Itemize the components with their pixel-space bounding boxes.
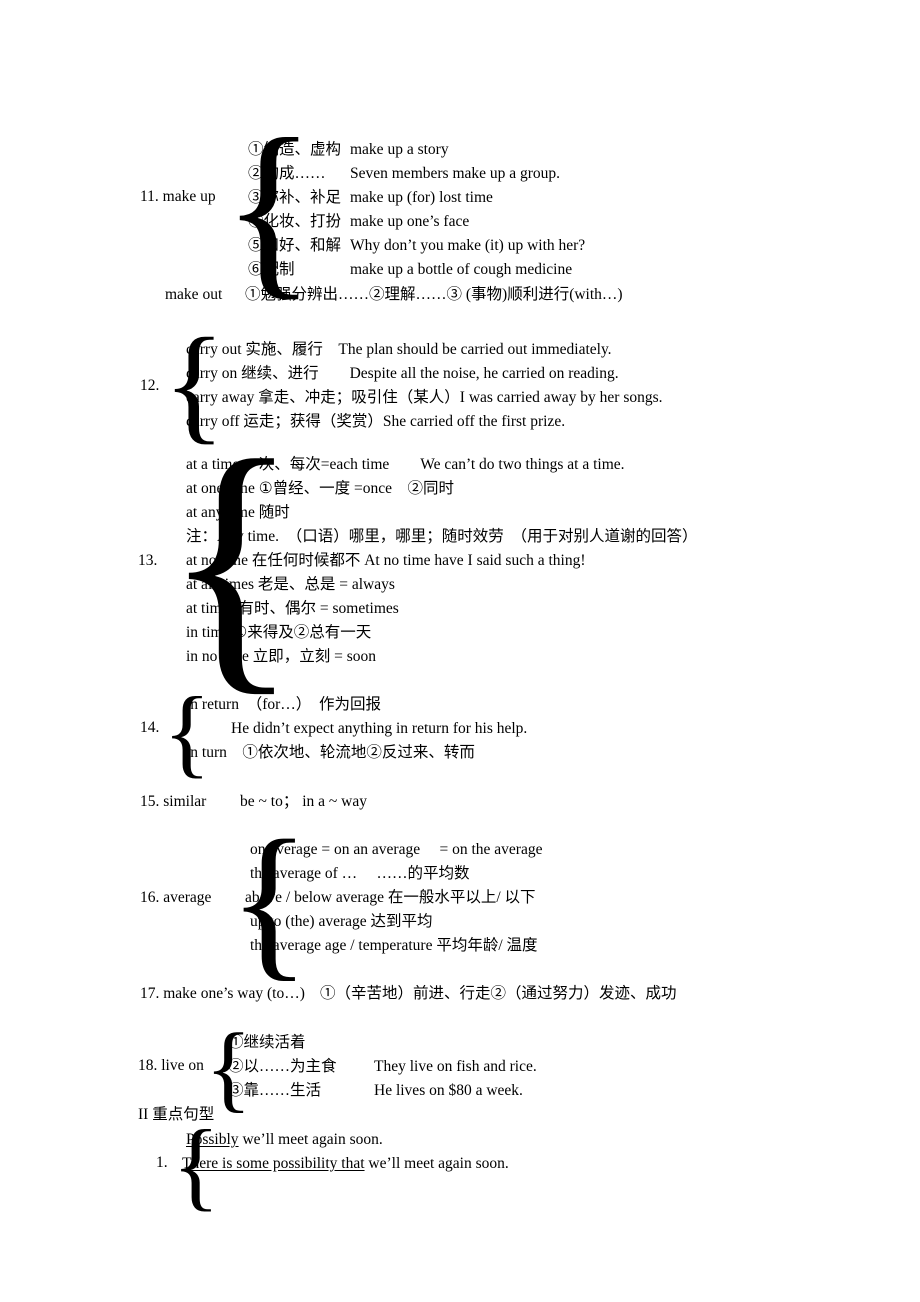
entry-13-line-4: 注：Any time. （口语）哪里，哪里；随时效劳 （用于对别人道谢的回答） bbox=[186, 528, 698, 545]
entry-15-number: 15. similar bbox=[140, 793, 207, 810]
entry-12-line-3: carry away 拿走、冲走；吸引住（某人）I was carried aw… bbox=[186, 389, 663, 406]
entry-13-line-3: at any time 随时 bbox=[186, 504, 290, 521]
entry-16-line-3: above / below average 在一般水平以上/ 以下 bbox=[245, 889, 536, 906]
entry-11-line-6-example: make up a bottle of cough medicine bbox=[350, 261, 573, 278]
entry-13-line-9: in no time 立即，立刻 = soon bbox=[186, 648, 377, 665]
entry-13-line-5: at no time 在任何时候都不 At no time have I sai… bbox=[186, 552, 586, 569]
entry-17-line-1: ①（辛苦地）前进、行走②（通过努力）发迹、成功 bbox=[320, 985, 677, 1002]
entry-11-line-5-sense: ⑤和好、和解 bbox=[248, 237, 342, 254]
entry-16-line-4: up to (the) average 达到平均 bbox=[250, 913, 433, 930]
entry-18-line-2-example: They live on fish and rice. bbox=[374, 1058, 537, 1075]
entry-11-line-6-sense: ⑥配制 bbox=[248, 261, 295, 278]
entry-11-line-2-sense: ②构成…… bbox=[248, 165, 326, 182]
entry-16-line-5: the average age / temperature 平均年龄/ 温度 bbox=[250, 937, 538, 954]
entry-18-line-2-sense: ②以……为主食 bbox=[228, 1058, 337, 1075]
entry-12-number: 12. bbox=[140, 377, 160, 394]
entry-18-line-3-example: He lives on $80 a week. bbox=[374, 1082, 523, 1099]
entry-11-line-1-example: make up a story bbox=[350, 141, 449, 158]
entry-15-line-1: be ~ to； in a ~ way bbox=[240, 793, 367, 810]
entry-16-line-1: on average = on an average = on the aver… bbox=[250, 841, 543, 858]
entry-11-line-3-example: make up (for) lost time bbox=[350, 189, 493, 206]
section-two-line-2-underlined: There is some possibility that bbox=[182, 1155, 365, 1172]
entry-14-number: 14. bbox=[140, 719, 160, 736]
entry-13-line-6: at all times 老是、总是 = always bbox=[186, 576, 395, 593]
entry-11-line-1-sense: ①编造、虚构 bbox=[248, 141, 342, 158]
section-two-line-1: Possibly we’ll meet again soon. bbox=[186, 1128, 383, 1152]
section-two-heading: II 重点句型 bbox=[138, 1106, 215, 1123]
entry-18-line-1-sense: ①继续活着 bbox=[228, 1034, 306, 1051]
entry-11-line-3-sense: ③弥补、补足 bbox=[248, 189, 342, 206]
entry-13-line-1: at a time 一次、每次=each time We can’t do tw… bbox=[186, 456, 625, 473]
section-two-line-2-rest: we’ll meet again soon. bbox=[364, 1155, 509, 1172]
entry-18-line-3-sense: ③靠……生活 bbox=[228, 1082, 322, 1099]
section-two-item-number: 1. bbox=[156, 1154, 168, 1171]
entry-17-number: 17. make one’s way (to…) bbox=[140, 985, 305, 1002]
entry-11-line-4-example: make up one’s face bbox=[350, 213, 470, 230]
entry-11-number: 11. make up bbox=[140, 188, 216, 205]
entry-11-subentry-term: make out bbox=[165, 286, 223, 303]
entry-13-line-7: at times 有时、偶尔 = sometimes bbox=[186, 600, 399, 617]
entry-12-line-2: carry on 继续、进行 Despite all the noise, he… bbox=[186, 365, 619, 382]
entry-11-line-5-example: Why don’t you make (it) up with her? bbox=[350, 237, 586, 254]
entry-13-number: 13. bbox=[138, 552, 158, 569]
entry-14-line-1: in return （for…） 作为回报 bbox=[186, 696, 382, 713]
entry-12-line-1: carry out 实施、履行 The plan should be carri… bbox=[186, 341, 612, 358]
entry-11-line-2-example: Seven members make up a group. bbox=[350, 165, 561, 182]
section-two-line-2: There is some possibility that we’ll mee… bbox=[182, 1152, 509, 1176]
entry-13-line-2: at one time ①曾经、一度 =once ②同时 bbox=[186, 480, 455, 497]
entry-13-line-8: in time ①来得及②总有一天 bbox=[186, 624, 372, 641]
entry-14-line-3: in turn ①依次地、轮流地②反过来、转而 bbox=[186, 744, 475, 761]
entry-16-number: 16. average bbox=[140, 889, 212, 906]
entry-18-number: 18. live on bbox=[138, 1057, 204, 1074]
entry-11-line-4-sense: ④化妆、打扮 bbox=[248, 213, 342, 230]
entry-14-line-2: He didn’t expect anything in return for … bbox=[231, 720, 528, 737]
entry-11-subentry-gloss: ①勉强分辨出……②理解……③ (事物)顺利进行(with…) bbox=[245, 286, 623, 303]
document-page: 11. make up { ①编造、虚构 make up a story ②构成… bbox=[0, 0, 920, 1302]
entry-12-line-4: carry off 运走；获得（奖赏）She carried off the f… bbox=[186, 413, 566, 430]
section-two-line-1-underlined: Possibly bbox=[186, 1131, 239, 1148]
section-two-line-1-rest: we’ll meet again soon. bbox=[238, 1131, 383, 1148]
entry-16-line-2: the average of … ……的平均数 bbox=[250, 865, 470, 882]
